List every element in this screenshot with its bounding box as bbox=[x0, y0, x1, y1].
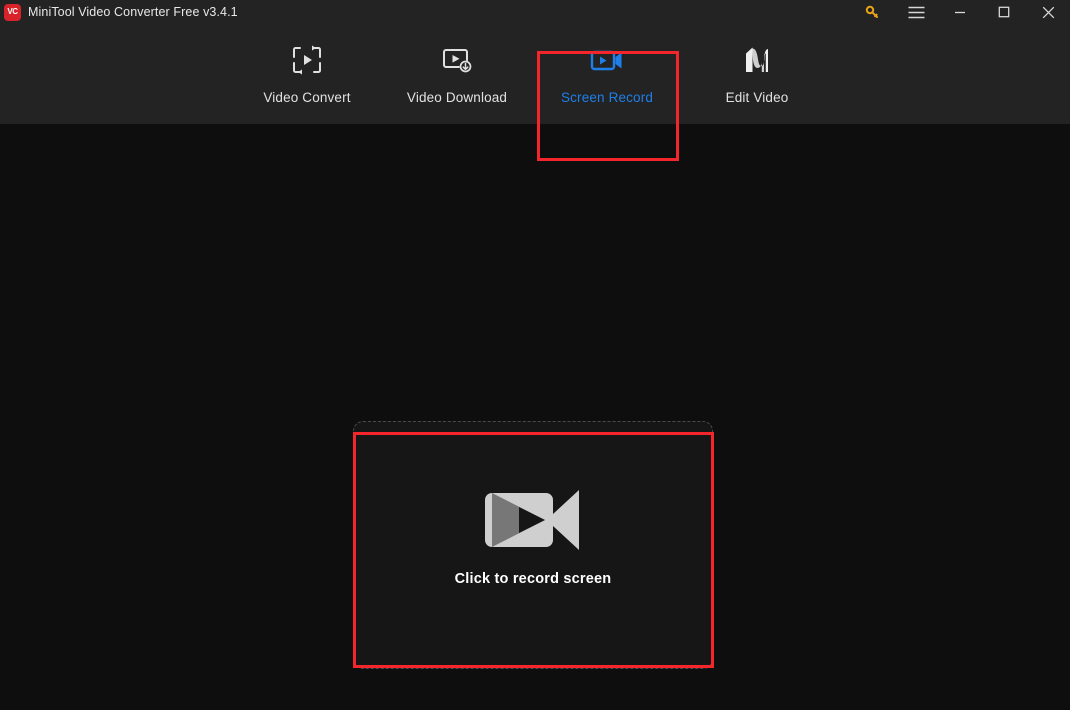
nav-tab-label: Video Download bbox=[406, 90, 508, 105]
maximize-icon bbox=[998, 6, 1010, 18]
app-logo-text: VC bbox=[7, 7, 18, 16]
close-button[interactable] bbox=[1026, 0, 1070, 24]
nav-tab-video-convert[interactable]: Video Convert bbox=[232, 24, 382, 124]
title-bar: VC MiniTool Video Converter Free v3.4.1 bbox=[0, 0, 1070, 24]
camcorder-icon bbox=[483, 487, 583, 553]
nav-tab-list: Video Convert Video Download Screen Reco… bbox=[232, 24, 832, 124]
dropzone-label: Click to record screen bbox=[454, 571, 612, 587]
register-key-button[interactable] bbox=[850, 0, 894, 24]
key-icon bbox=[865, 5, 879, 19]
minimize-icon bbox=[954, 6, 966, 18]
hamburger-menu-icon bbox=[908, 6, 925, 19]
nav-tab-screen-record[interactable]: Screen Record bbox=[532, 24, 682, 124]
nav-left-spacer bbox=[0, 24, 232, 124]
main-menu-button[interactable] bbox=[894, 0, 938, 24]
nav-tab-label: Edit Video bbox=[725, 90, 789, 105]
application-window: VC MiniTool Video Converter Free v3.4.1 bbox=[0, 0, 1070, 710]
screen-record-icon bbox=[589, 40, 625, 80]
nav-tab-video-download[interactable]: Video Download bbox=[382, 24, 532, 124]
video-download-icon bbox=[440, 40, 474, 80]
nav-tab-label: Screen Record bbox=[561, 90, 653, 105]
main-content-area: Click to record screen bbox=[0, 124, 1070, 710]
edit-video-icon bbox=[742, 40, 772, 80]
maximize-button[interactable] bbox=[982, 0, 1026, 24]
minimize-button[interactable] bbox=[938, 0, 982, 24]
video-convert-icon bbox=[290, 40, 324, 80]
close-icon bbox=[1042, 6, 1055, 19]
nav-tab-label: Video Convert bbox=[263, 90, 351, 105]
record-screen-dropzone[interactable]: Click to record screen bbox=[353, 421, 713, 669]
window-title: MiniTool Video Converter Free v3.4.1 bbox=[28, 5, 238, 19]
main-navigation-bar: Video Convert Video Download Screen Reco… bbox=[0, 24, 1070, 161]
nav-tab-edit-video[interactable]: Edit Video bbox=[682, 24, 832, 124]
app-logo-icon: VC bbox=[4, 3, 21, 21]
